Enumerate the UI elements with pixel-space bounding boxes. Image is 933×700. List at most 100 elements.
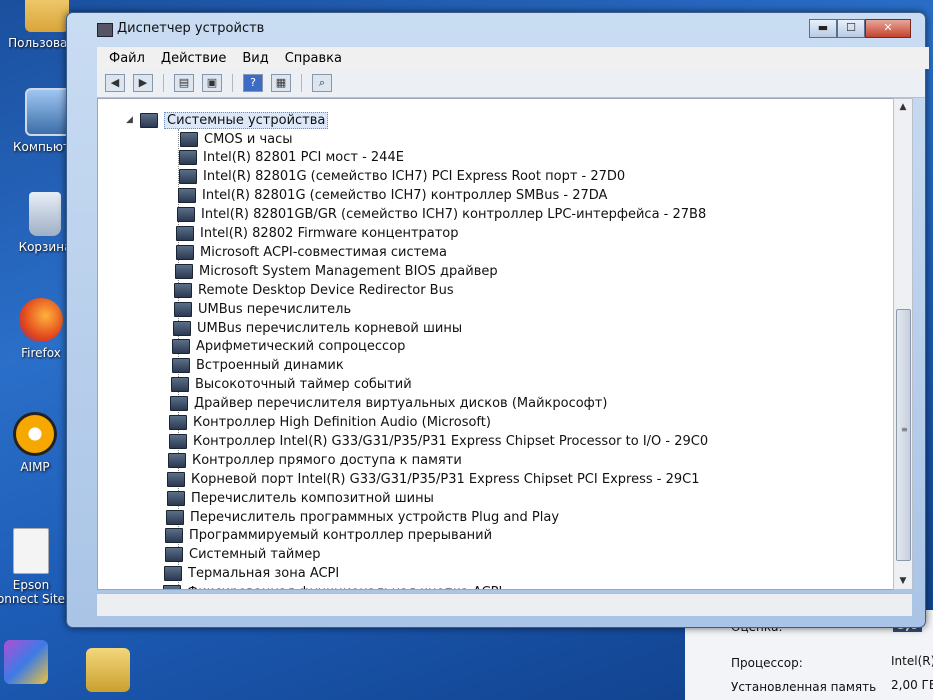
- tree-device-item[interactable]: Контроллер High Definition Audio (Micros…: [169, 414, 491, 432]
- toolbar-separator: [163, 74, 164, 92]
- device-icon: [168, 452, 186, 468]
- tree-device-item[interactable]: Драйвер перечислителя виртуальных дисков…: [170, 395, 607, 413]
- forward-icon[interactable]: ▶: [133, 74, 153, 92]
- tree-device-item[interactable]: Intel(R) 82801 PCI мост - 244E: [179, 149, 404, 167]
- vertical-scrollbar[interactable]: ▲ ≡ ▼: [893, 98, 913, 590]
- tree-device-item[interactable]: Контроллер Intel(R) G33/G31/P35/P31 Expr…: [169, 432, 708, 450]
- view-icon[interactable]: ▦: [271, 74, 291, 92]
- menu-action[interactable]: Действие: [161, 51, 226, 66]
- device-tree[interactable]: ◢ Системные устройства CMOS и часы Intel(…: [97, 98, 894, 590]
- menu-help[interactable]: Справка: [285, 51, 342, 66]
- device-icon: [180, 131, 198, 147]
- tree-device-item[interactable]: Перечислитель программных устройств Plug…: [166, 508, 559, 526]
- tree-device-item[interactable]: Intel(R) 82801GB/GR (семейство ICH7) кон…: [177, 206, 706, 224]
- device-label: CMOS и часы: [204, 131, 293, 147]
- device-icon: [167, 471, 185, 487]
- tree-device-item[interactable]: Системный таймер: [165, 546, 320, 564]
- tree-device-item[interactable]: Remote Desktop Device Redirector Bus: [174, 281, 454, 299]
- scroll-down-arrow-icon[interactable]: ▼: [894, 573, 912, 589]
- device-icon: [179, 150, 197, 166]
- device-icon: [178, 188, 196, 204]
- device-label: Перечислитель композитной шины: [191, 490, 434, 506]
- tree-device-item[interactable]: Высокоточный таймер событий: [171, 376, 412, 394]
- tree-device-item[interactable]: Программируемый контроллер прерываний: [165, 527, 492, 545]
- device-label: Контроллер High Definition Audio (Micros…: [193, 415, 491, 430]
- tree-device-item[interactable]: Арифметический сопроцессор: [172, 338, 405, 356]
- minimize-button[interactable]: ▬: [809, 19, 837, 38]
- device-label: Арифметический сопроцессор: [196, 339, 406, 355]
- scroll-up-arrow-icon[interactable]: ▲: [894, 99, 912, 115]
- tree-device-item[interactable]: UMBus перечислитель: [174, 300, 351, 318]
- status-bar: [97, 593, 912, 616]
- tree-device-item[interactable]: Intel(R) 82801G (семейство ICH7) контрол…: [178, 187, 607, 205]
- tree-device-item[interactable]: UMBus перечислитель корневой шины: [173, 319, 462, 337]
- tree-device-item[interactable]: Microsoft System Management BIOS драйвер: [175, 262, 498, 280]
- device-icon: [164, 566, 182, 582]
- device-label: Контроллер Intel(R) G33/G31/P35/P31 Expr…: [193, 433, 709, 449]
- help-icon[interactable]: ?: [243, 74, 263, 92]
- device-label: Контроллер прямого доступа к памяти: [192, 452, 462, 468]
- tree-device-item[interactable]: Intel(R) 82801G (семейство ICH7) PCI Exp…: [179, 168, 625, 186]
- device-label: Термальная зона ACPI: [188, 566, 340, 582]
- cpu-label: Процессор:: [731, 656, 803, 670]
- device-icon: [175, 263, 193, 279]
- back-icon[interactable]: ◀: [105, 74, 125, 92]
- device-manager-window[interactable]: Диспетчер устройств ▬ ☐ ✕ Файл Действие …: [66, 12, 929, 628]
- photo-gallery-icon[interactable]: [4, 640, 48, 684]
- system-device-icon: [140, 112, 158, 128]
- device-icon: [177, 207, 195, 223]
- scroll-thumb[interactable]: ≡: [896, 309, 911, 561]
- desktop-icon-label: Epson: [12, 578, 50, 592]
- window-controls: ▬ ☐ ✕: [809, 19, 911, 38]
- tree-root-label: Системные устройства: [164, 111, 329, 129]
- scroll-grip-icon: ≡: [901, 425, 908, 434]
- tree-device-item[interactable]: Microsoft ACPI-совместимая система: [176, 243, 447, 261]
- desktop-icon-epson[interactable]: Epson onnect Site: [0, 528, 70, 606]
- device-label: Системный таймер: [189, 547, 321, 563]
- device-icon: [169, 415, 187, 430]
- device-icon: [163, 585, 181, 589]
- device-manager-icon: [97, 23, 113, 37]
- device-label: Драйвер перечислителя виртуальных дисков…: [194, 396, 608, 412]
- close-button[interactable]: ✕: [865, 19, 911, 38]
- tree-device-item[interactable]: Термальная зона ACPI: [164, 565, 339, 583]
- desktop-icon-aimp[interactable]: AIMP: [0, 412, 74, 474]
- properties-icon[interactable]: ▤: [174, 74, 194, 92]
- document-icon: [13, 528, 49, 574]
- menu-view[interactable]: Вид: [242, 51, 268, 66]
- device-icon: [176, 226, 194, 241]
- folder-icon[interactable]: [86, 648, 130, 692]
- cpu-value: Intel(R): [891, 654, 933, 668]
- toolbar-separator: [301, 74, 302, 92]
- device-icon: [166, 509, 184, 525]
- recycle-bin-icon: [29, 192, 61, 236]
- tree-device-item[interactable]: Intel(R) 82802 Firmware концентратор: [176, 225, 459, 243]
- device-label: Высокоточный таймер событий: [195, 377, 412, 393]
- update-driver-icon[interactable]: ▣: [202, 74, 222, 92]
- firefox-icon: [19, 298, 63, 342]
- tree-device-item[interactable]: Контроллер прямого доступа к памяти: [168, 451, 462, 469]
- device-label: Фиксированная функциональная кнопка ACPI: [187, 585, 502, 589]
- tree-device-item[interactable]: Корневой порт Intel(R) G33/G31/P35/P31 E…: [167, 470, 699, 488]
- device-label: Перечислитель программных устройств Plug…: [190, 509, 560, 525]
- device-label: Microsoft System Management BIOS драйвер: [199, 263, 498, 279]
- window-title: Диспетчер устройств: [117, 21, 265, 36]
- title-bar[interactable]: Диспетчер устройств ▬ ☐ ✕: [67, 13, 925, 47]
- device-label: Intel(R) 82801G (семейство ICH7) PCI Exp…: [203, 169, 626, 185]
- tree-device-item[interactable]: Фиксированная функциональная кнопка ACPI: [163, 584, 502, 589]
- device-icon: [174, 282, 192, 298]
- device-label: Remote Desktop Device Redirector Bus: [198, 282, 454, 298]
- tree-device-item[interactable]: CMOS и часы: [180, 130, 293, 148]
- tree-device-item[interactable]: Встроенный динамик: [172, 357, 344, 375]
- device-icon: [167, 490, 185, 506]
- toolbar-separator: [232, 74, 233, 92]
- device-label: Intel(R) 82802 Firmware концентратор: [200, 226, 459, 241]
- device-label: Встроенный динамик: [196, 358, 344, 374]
- menu-file[interactable]: Файл: [109, 51, 145, 66]
- tree-root-system-devices[interactable]: ◢ Системные устройства: [126, 111, 329, 129]
- tree-device-item[interactable]: Перечислитель композитной шины: [167, 489, 434, 507]
- collapse-arrow-icon[interactable]: ◢: [126, 116, 134, 125]
- toolbar: ◀ ▶ ▤ ▣ ? ▦ ⌕: [97, 69, 925, 98]
- scan-hardware-icon[interactable]: ⌕: [312, 74, 332, 92]
- maximize-button[interactable]: ☐: [837, 19, 865, 38]
